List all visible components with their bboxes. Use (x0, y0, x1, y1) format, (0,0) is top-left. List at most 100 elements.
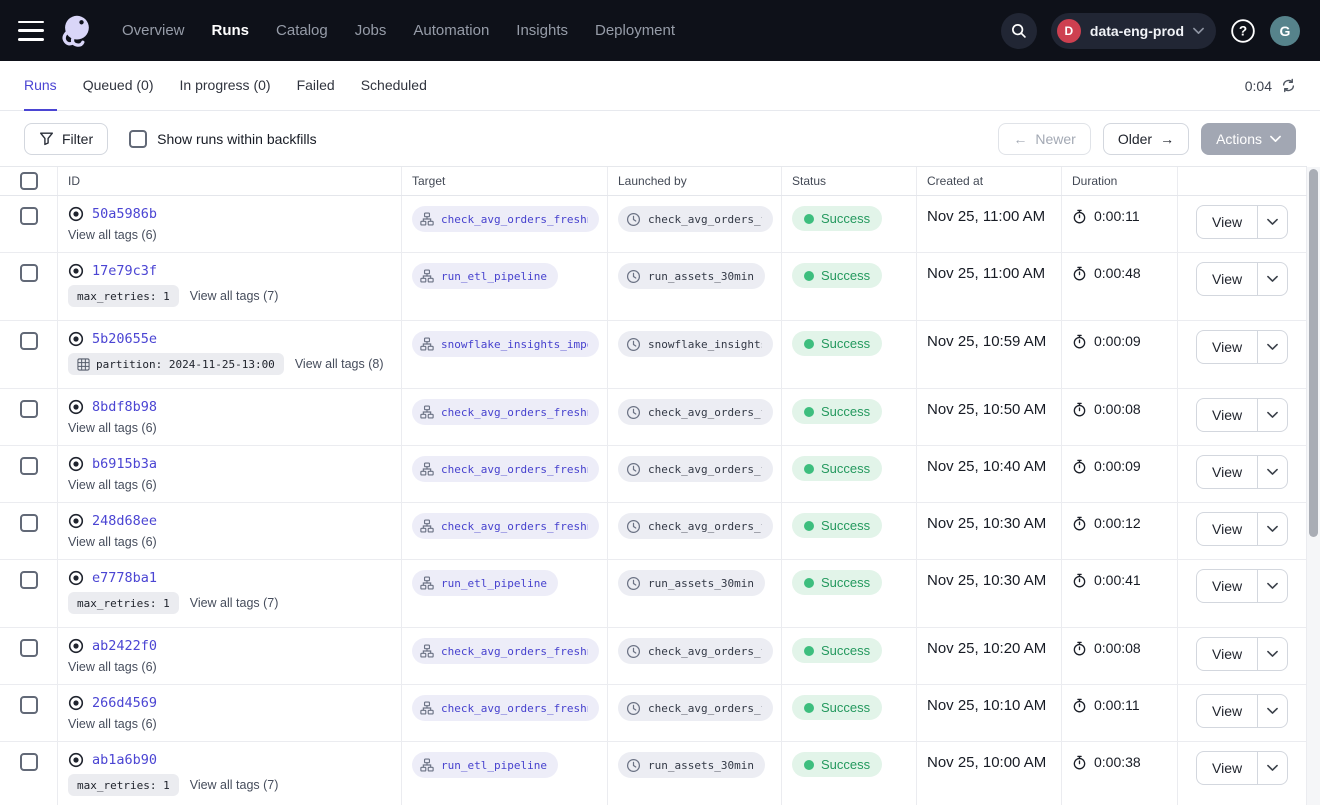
nav-item-deployment[interactable]: Deployment (595, 22, 675, 39)
target-pill[interactable]: check_avg_orders_freshne (412, 456, 599, 482)
row-checkbox[interactable] (20, 514, 38, 532)
row-checkbox[interactable] (20, 207, 38, 225)
view-all-tags-link[interactable]: View all tags (6) (68, 660, 157, 674)
launched-by-pill[interactable]: check_avg_orders_f… (618, 456, 773, 482)
run-tag-pill[interactable]: max_retries: 1 (68, 592, 179, 614)
tab-queued-0[interactable]: Queued (0) (83, 61, 154, 111)
run-tag-pill[interactable]: max_retries: 1 (68, 285, 179, 307)
row-checkbox[interactable] (20, 457, 38, 475)
view-all-tags-link[interactable]: View all tags (7) (190, 289, 279, 303)
run-tag-pill[interactable]: partition: 2024-11-25-13:00 (68, 353, 284, 375)
view-button[interactable]: View (1196, 205, 1257, 239)
select-all-checkbox[interactable] (20, 172, 38, 190)
launched-by-pill[interactable]: check_avg_orders_f… (618, 399, 773, 425)
view-button[interactable]: View (1196, 637, 1257, 671)
tab-in-progress-0[interactable]: In progress (0) (180, 61, 271, 111)
actions-button[interactable]: Actions (1201, 123, 1296, 155)
row-checkbox[interactable] (20, 400, 38, 418)
launched-by-pill[interactable]: run_assets_30min (618, 752, 765, 778)
view-button[interactable]: View (1196, 262, 1257, 296)
target-pill[interactable]: snowflake_insights_import (412, 331, 599, 357)
nav-item-automation[interactable]: Automation (413, 22, 489, 39)
run-id-link[interactable]: ab1a6b90 (92, 752, 157, 768)
tab-runs[interactable]: Runs (24, 61, 57, 111)
view-all-tags-link[interactable]: View all tags (6) (68, 717, 157, 731)
run-id-link[interactable]: 17e79c3f (92, 263, 157, 279)
search-button[interactable] (1001, 13, 1037, 49)
nav-item-catalog[interactable]: Catalog (276, 22, 328, 39)
nav-item-insights[interactable]: Insights (516, 22, 568, 39)
target-pill[interactable]: run_etl_pipeline (412, 752, 558, 778)
backfills-checkbox[interactable] (129, 130, 147, 148)
view-button[interactable]: View (1196, 330, 1257, 364)
row-checkbox[interactable] (20, 571, 38, 589)
view-dropdown-button[interactable] (1257, 512, 1288, 546)
view-all-tags-link[interactable]: View all tags (7) (190, 596, 279, 610)
target-pill[interactable]: check_avg_orders_freshne (412, 399, 599, 425)
view-button[interactable]: View (1196, 569, 1257, 603)
menu-icon[interactable] (18, 21, 44, 41)
view-dropdown-button[interactable] (1257, 569, 1288, 603)
view-dropdown-button[interactable] (1257, 637, 1288, 671)
row-checkbox[interactable] (20, 639, 38, 657)
row-checkbox[interactable] (20, 753, 38, 771)
view-button[interactable]: View (1196, 751, 1257, 785)
view-dropdown-button[interactable] (1257, 694, 1288, 728)
run-id-link[interactable]: 248d68ee (92, 513, 157, 529)
user-avatar[interactable]: G (1270, 16, 1300, 46)
run-id-link[interactable]: 8bdf8b98 (92, 399, 157, 415)
view-dropdown-button[interactable] (1257, 398, 1288, 432)
run-id-link[interactable]: ab2422f0 (92, 638, 157, 654)
vertical-scrollbar[interactable] (1307, 167, 1320, 805)
view-button[interactable]: View (1196, 694, 1257, 728)
launched-by-pill[interactable]: check_avg_orders_f… (618, 206, 773, 232)
view-dropdown-button[interactable] (1257, 455, 1288, 489)
view-button[interactable]: View (1196, 398, 1257, 432)
view-dropdown-button[interactable] (1257, 751, 1288, 785)
target-pill[interactable]: run_etl_pipeline (412, 570, 558, 596)
launched-by-pill[interactable]: check_avg_orders_f… (618, 513, 773, 539)
view-all-tags-link[interactable]: View all tags (7) (190, 778, 279, 792)
view-all-tags-link[interactable]: View all tags (8) (295, 357, 384, 371)
target-pill[interactable]: check_avg_orders_freshne (412, 638, 599, 664)
tab-failed[interactable]: Failed (297, 61, 335, 111)
nav-item-runs[interactable]: Runs (212, 22, 250, 39)
launched-by-pill[interactable]: run_assets_30min (618, 570, 765, 596)
view-all-tags-link[interactable]: View all tags (6) (68, 478, 157, 492)
tab-scheduled[interactable]: Scheduled (361, 61, 427, 111)
refresh-icon[interactable] (1281, 78, 1296, 93)
dagster-logo-icon[interactable] (56, 11, 96, 51)
run-id-link[interactable]: e7778ba1 (92, 570, 157, 586)
view-all-tags-link[interactable]: View all tags (6) (68, 535, 157, 549)
view-dropdown-button[interactable] (1257, 262, 1288, 296)
launched-by-pill[interactable]: snowflake_insights_… (618, 331, 773, 357)
row-checkbox[interactable] (20, 332, 38, 350)
launched-by-pill[interactable]: run_assets_30min (618, 263, 765, 289)
run-id-link[interactable]: b6915b3a (92, 456, 157, 472)
target-pill[interactable]: check_avg_orders_freshne (412, 513, 599, 539)
run-id-link[interactable]: 5b20655e (92, 331, 157, 347)
view-dropdown-button[interactable] (1257, 205, 1288, 239)
run-id-link[interactable]: 266d4569 (92, 695, 157, 711)
target-pill[interactable]: check_avg_orders_freshne (412, 206, 599, 232)
older-button[interactable]: Older (1103, 123, 1189, 155)
row-checkbox[interactable] (20, 696, 38, 714)
nav-item-overview[interactable]: Overview (122, 22, 185, 39)
launched-by-pill[interactable]: check_avg_orders_f… (618, 638, 773, 664)
run-tag-pill[interactable]: max_retries: 1 (68, 774, 179, 796)
view-all-tags-link[interactable]: View all tags (6) (68, 228, 157, 242)
launched-by-pill[interactable]: check_avg_orders_f… (618, 695, 773, 721)
nav-item-jobs[interactable]: Jobs (355, 22, 387, 39)
view-button[interactable]: View (1196, 455, 1257, 489)
view-button[interactable]: View (1196, 512, 1257, 546)
newer-button[interactable]: Newer (998, 123, 1090, 155)
help-button[interactable]: ? (1230, 18, 1256, 44)
filter-button[interactable]: Filter (24, 123, 108, 155)
target-pill[interactable]: check_avg_orders_freshne (412, 695, 599, 721)
target-pill[interactable]: run_etl_pipeline (412, 263, 558, 289)
run-id-link[interactable]: 50a5986b (92, 206, 157, 222)
view-all-tags-link[interactable]: View all tags (6) (68, 421, 157, 435)
view-dropdown-button[interactable] (1257, 330, 1288, 364)
scrollbar-thumb[interactable] (1309, 169, 1318, 537)
row-checkbox[interactable] (20, 264, 38, 282)
